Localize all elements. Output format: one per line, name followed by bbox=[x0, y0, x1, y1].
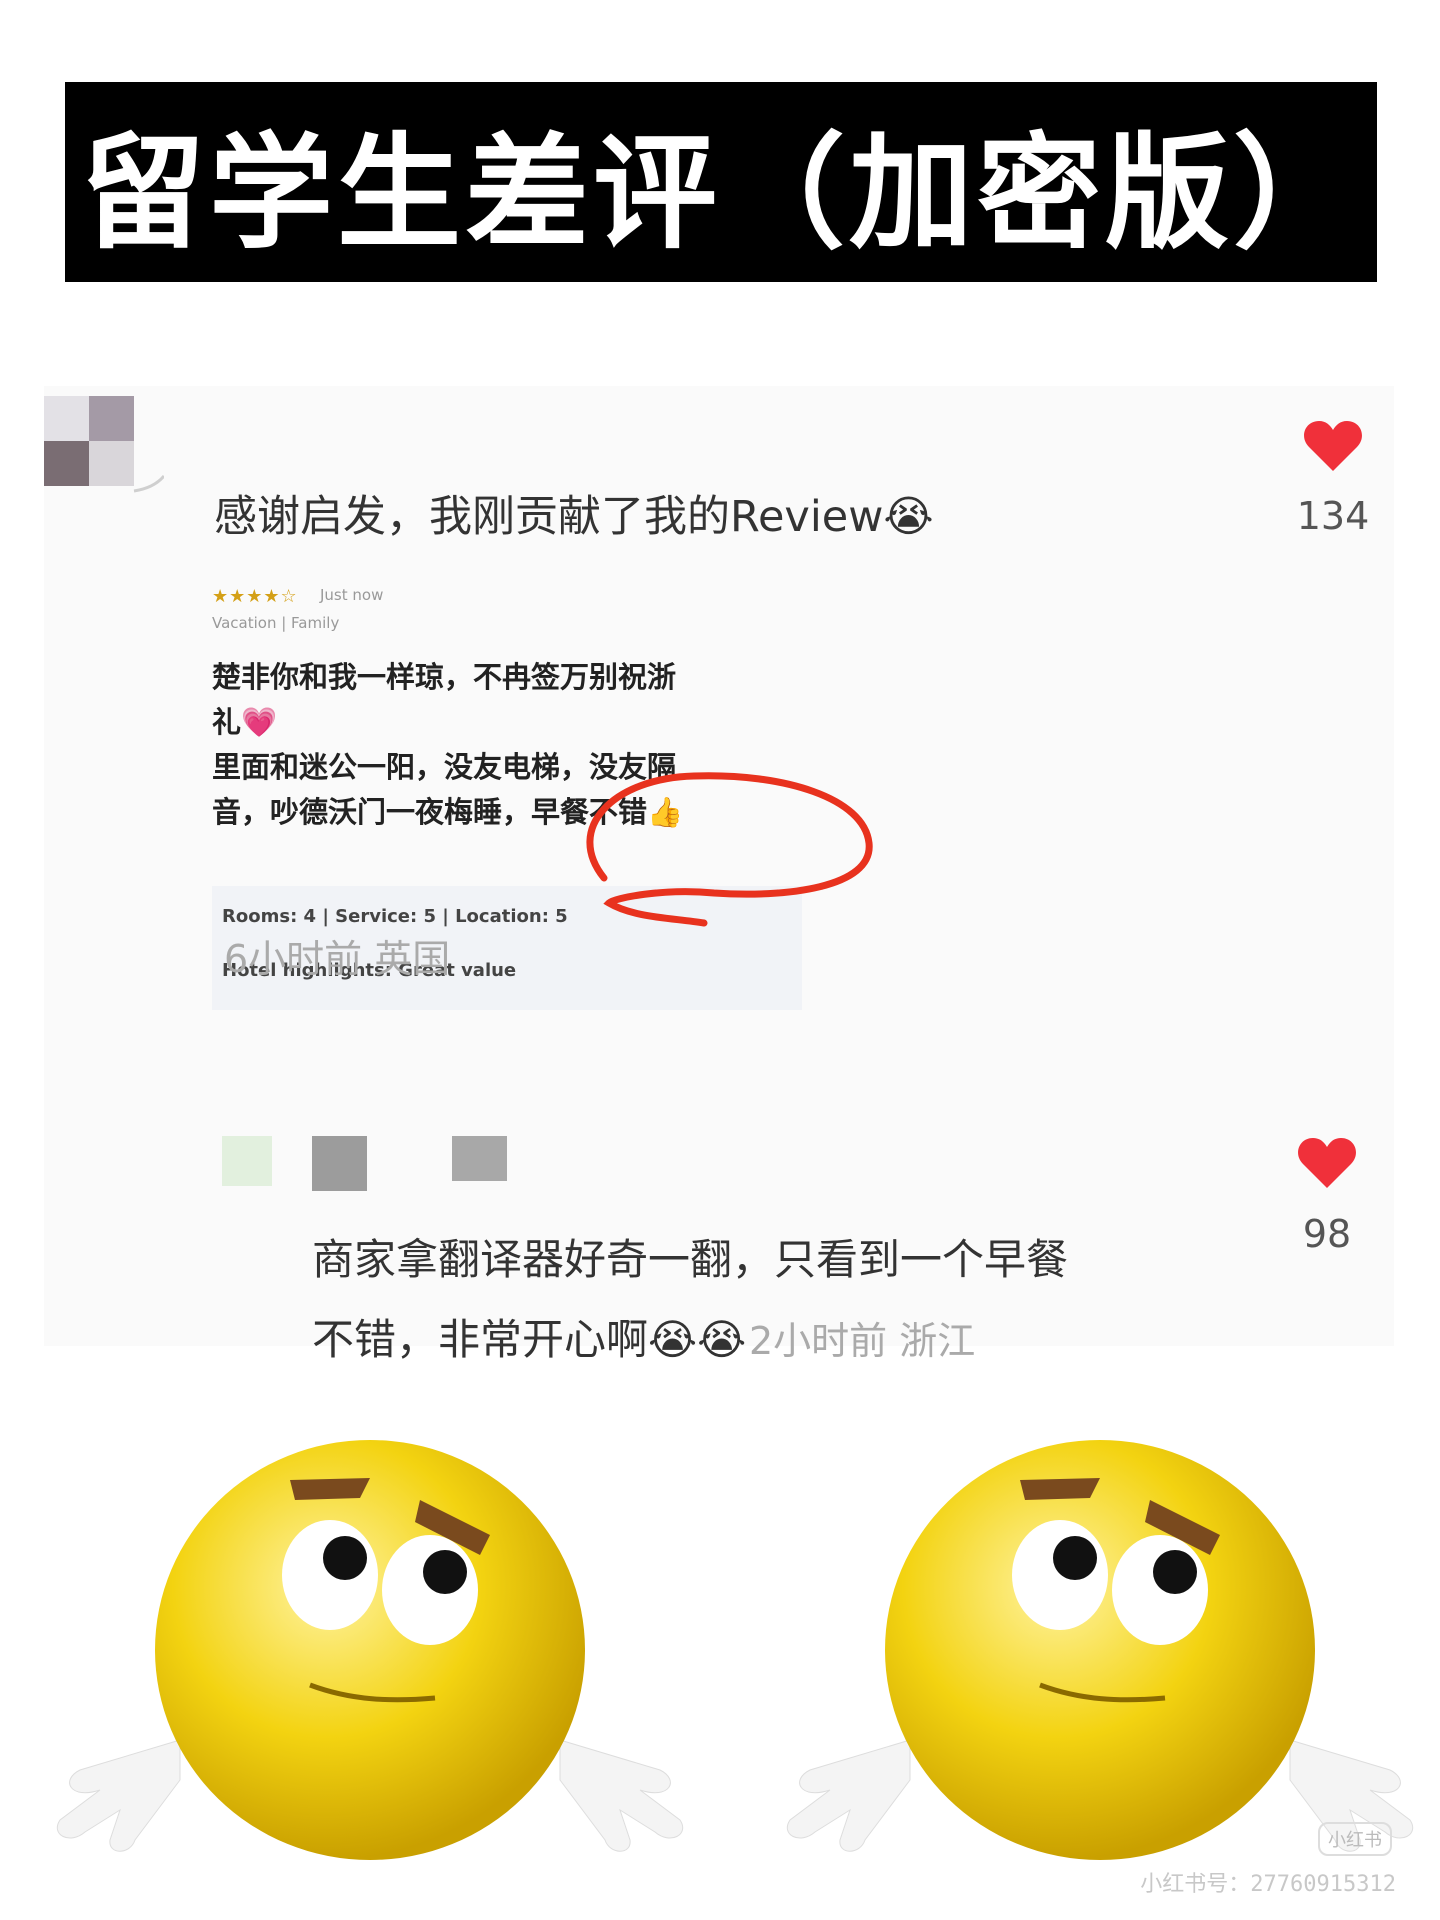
heart-icon[interactable] bbox=[1297, 1136, 1357, 1190]
like-count: 98 bbox=[1302, 1212, 1352, 1256]
shrug-emoji-right bbox=[787, 1440, 1413, 1860]
highlight-circle bbox=[586, 772, 873, 927]
trip-type: Vacation | Family bbox=[212, 614, 340, 632]
ratings-breakdown: Rooms: 4 | Service: 5 | Location: 5 bbox=[222, 906, 568, 927]
comment-meta: 2小时前 浙江 bbox=[749, 1319, 976, 1363]
like-count: 134 bbox=[1296, 494, 1370, 538]
avatar[interactable] bbox=[222, 1136, 512, 1206]
heart-icon[interactable] bbox=[1303, 419, 1363, 473]
comment-meta: 6小时前 英国 bbox=[224, 937, 451, 981]
title-banner: 留学生差评（加密版） bbox=[65, 82, 1377, 282]
review-line: 楚非你和我一样琼，不冉签万别祝浙 bbox=[212, 660, 677, 694]
comment-text: 感谢启发，我刚贡献了我的Review😭 bbox=[214, 492, 934, 542]
page-title: 留学生差评（加密版） bbox=[80, 122, 1361, 266]
comment-screenshot: 感谢启发，我刚贡献了我的Review😭 134 ★★★★☆ Just now V… bbox=[44, 386, 1394, 1364]
watermark-id: 小红书号：2776091531​2 bbox=[1140, 1872, 1396, 1897]
avatar[interactable] bbox=[44, 396, 164, 506]
comment-text: 不错，非常开心啊😭😭 bbox=[312, 1315, 747, 1364]
comment-text: 商家拿翻译器好奇一翻，只看到一个早餐 bbox=[312, 1235, 1069, 1284]
review-line: 礼💗 bbox=[212, 705, 278, 739]
shrug-emoji-left bbox=[57, 1440, 683, 1860]
review-time: Just now bbox=[320, 586, 384, 604]
rating-stars: ★★★★☆ bbox=[212, 586, 298, 607]
watermark-logo: 小红书 bbox=[1318, 1822, 1392, 1856]
